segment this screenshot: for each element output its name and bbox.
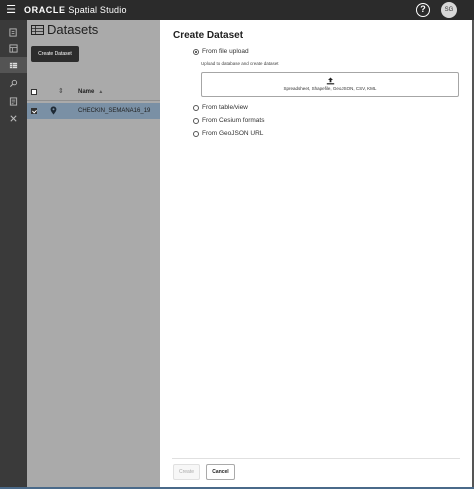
- brand-oracle: ORACLE: [24, 5, 66, 15]
- dialog-title: Create Dataset: [173, 30, 244, 41]
- radio-file-upload[interactable]: [193, 49, 199, 55]
- file-dropzone[interactable]: Spreadsheet, Shapefile, GeoJSON, CSV, KM…: [201, 72, 459, 97]
- nav-datasets-icon[interactable]: [0, 57, 27, 73]
- page-title-text: Datasets: [47, 22, 99, 37]
- select-all-checkbox[interactable]: [31, 89, 37, 95]
- search-icon: [9, 79, 18, 87]
- user-avatar[interactable]: SG: [441, 2, 457, 18]
- pages-icon: [9, 43, 18, 53]
- type-sort-icon[interactable]: ⇕: [58, 88, 64, 96]
- brand-logo: ORACLE Spatial Studio: [24, 5, 127, 15]
- create-dataset-button[interactable]: Create Dataset: [31, 46, 79, 62]
- radio-cesium-formats[interactable]: [193, 118, 199, 124]
- map-pin-icon: [50, 106, 57, 115]
- dropzone-text: Spreadsheet, Shapefile, GeoJSON, CSV, KM…: [283, 86, 377, 91]
- radio-table-view[interactable]: [193, 105, 199, 111]
- upload-icon: [326, 77, 335, 85]
- option-geojson-url-label[interactable]: From GeoJSON URL: [202, 130, 263, 138]
- top-bar: ☰ ORACLE Spatial Studio: [0, 0, 474, 20]
- create-button[interactable]: Create: [173, 464, 200, 480]
- hamburger-menu-icon[interactable]: ☰: [0, 0, 22, 20]
- upload-hint: Upload to database and create dataset: [201, 61, 279, 66]
- nav-tools-icon[interactable]: [0, 110, 27, 126]
- sort-ascending-icon: ▲: [98, 89, 104, 95]
- row-checkbox[interactable]: [31, 108, 37, 114]
- cancel-button[interactable]: Cancel: [206, 464, 235, 480]
- nav-search-icon[interactable]: [0, 75, 27, 91]
- column-header-name-label: Name: [78, 89, 95, 95]
- row-dataset-name: CHECKIN_SEMANA16_19: [78, 108, 151, 114]
- option-cesium-formats-label[interactable]: From Cesium formats: [202, 117, 264, 125]
- brand-product: Spatial Studio: [68, 5, 127, 15]
- nav-jobs-icon[interactable]: [0, 93, 27, 109]
- tools-icon: [10, 114, 17, 122]
- page-title: Datasets: [31, 22, 98, 37]
- option-file-upload-label[interactable]: From file upload: [202, 48, 249, 56]
- column-header-name[interactable]: Name ▲: [78, 88, 103, 96]
- option-table-view-label[interactable]: From table/view: [202, 104, 248, 112]
- radio-geojson-url[interactable]: [193, 131, 199, 137]
- table-icon: [31, 24, 44, 35]
- nav-pages-icon[interactable]: [0, 40, 27, 56]
- nav-projects-icon[interactable]: [0, 24, 27, 40]
- jobs-icon: [9, 96, 18, 106]
- datasets-icon: [9, 62, 18, 68]
- projects-icon: [9, 27, 17, 37]
- help-icon[interactable]: ?: [416, 3, 430, 17]
- dialog-footer-divider: [172, 458, 460, 459]
